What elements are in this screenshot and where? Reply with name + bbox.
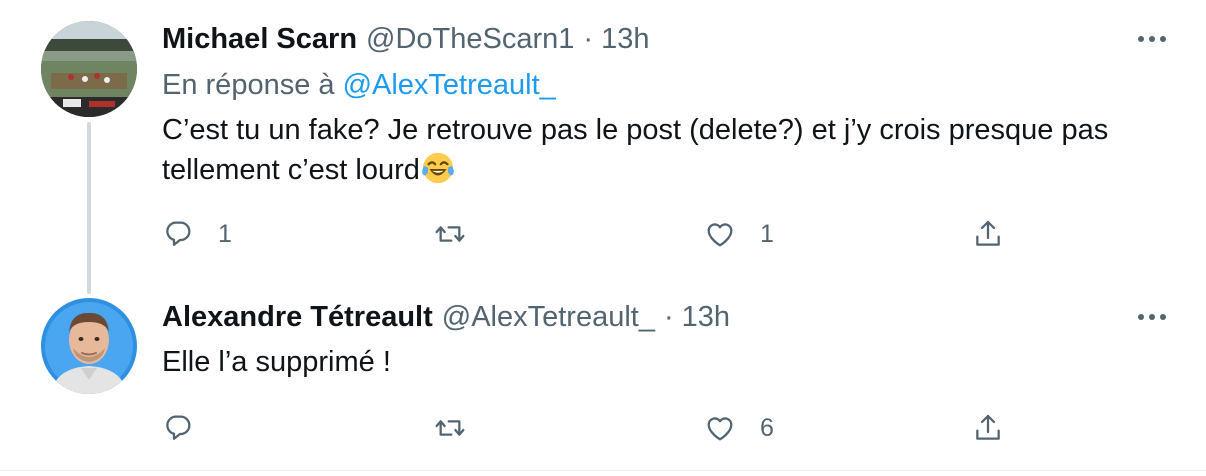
tweet-actions: 6 <box>162 408 1022 448</box>
separator-dot: · <box>663 301 674 333</box>
reply-button[interactable]: 1 <box>162 214 232 254</box>
tweet-content: Alexandre Tétreault @AlexTetreault_ · 13… <box>162 297 1170 382</box>
tweet[interactable]: Michael Scarn @DoTheScarn1 · 13h En répo… <box>0 0 1206 284</box>
retweet-button[interactable] <box>434 214 490 254</box>
reply-count: 1 <box>218 220 232 248</box>
tweet-text-line: C’est tu un fake? Je retrouve pas le pos… <box>162 114 1109 146</box>
like-count: 6 <box>760 414 774 442</box>
tweet-text: Elle l’a supprimé ! <box>162 342 1170 382</box>
reply-context: En réponse à @AlexTetreault_ <box>162 65 1170 105</box>
reply-icon <box>166 221 191 246</box>
like-button[interactable]: 1 <box>704 214 774 254</box>
share-button[interactable] <box>972 408 1004 448</box>
more-options-button[interactable] <box>1134 299 1170 335</box>
heart-icon <box>707 223 733 247</box>
tweet-text: C’est tu un fake? Je retrouve pas le pos… <box>162 110 1170 190</box>
avatar[interactable] <box>41 21 137 117</box>
share-button[interactable] <box>972 214 1004 254</box>
retweet-icon <box>435 420 465 436</box>
timestamp[interactable]: 13h <box>601 19 649 59</box>
tweet-text-line-wrap: tellement c’est lourd <box>162 150 1170 190</box>
like-count: 1 <box>760 220 774 248</box>
tweet-text-line: Elle l’a supprimé ! <box>162 346 391 378</box>
divider <box>0 470 1206 471</box>
more-horizontal-icon <box>1138 36 1166 42</box>
reply-button[interactable] <box>162 408 218 448</box>
face-with-tears-of-joy-icon <box>422 152 454 184</box>
reply-mention-link[interactable]: @AlexTetreault_ <box>343 69 556 101</box>
tweet[interactable]: Alexandre Tétreault @AlexTetreault_ · 13… <box>0 284 1206 470</box>
tweet-content: Michael Scarn @DoTheScarn1 · 13h En répo… <box>162 19 1170 190</box>
tweet-header: Michael Scarn @DoTheScarn1 · 13h <box>162 19 1170 59</box>
heart-icon <box>707 417 733 441</box>
tweet-header: Alexandre Tétreault @AlexTetreault_ · 13… <box>162 297 1170 337</box>
tweet-actions: 1 1 <box>162 214 1022 254</box>
author-handle[interactable]: @DoTheScarn1 <box>366 19 574 59</box>
retweet-button[interactable] <box>434 408 490 448</box>
reply-icon <box>166 415 191 440</box>
separator-dot: · <box>583 23 594 55</box>
author-name[interactable]: Alexandre Tétreault <box>162 297 433 337</box>
like-button[interactable]: 6 <box>704 408 774 448</box>
retweet-icon <box>435 226 465 242</box>
more-horizontal-icon <box>1138 314 1166 320</box>
more-options-button[interactable] <box>1134 21 1170 57</box>
timestamp[interactable]: 13h <box>682 297 730 337</box>
author-handle[interactable]: @AlexTetreault_ <box>442 297 655 337</box>
tweet-text-line: tellement c’est lourd <box>162 154 420 186</box>
avatar[interactable] <box>41 298 137 394</box>
share-icon <box>976 220 1000 246</box>
reply-prefix: En réponse à <box>162 69 335 101</box>
share-icon <box>976 414 1000 440</box>
author-name[interactable]: Michael Scarn <box>162 19 357 59</box>
